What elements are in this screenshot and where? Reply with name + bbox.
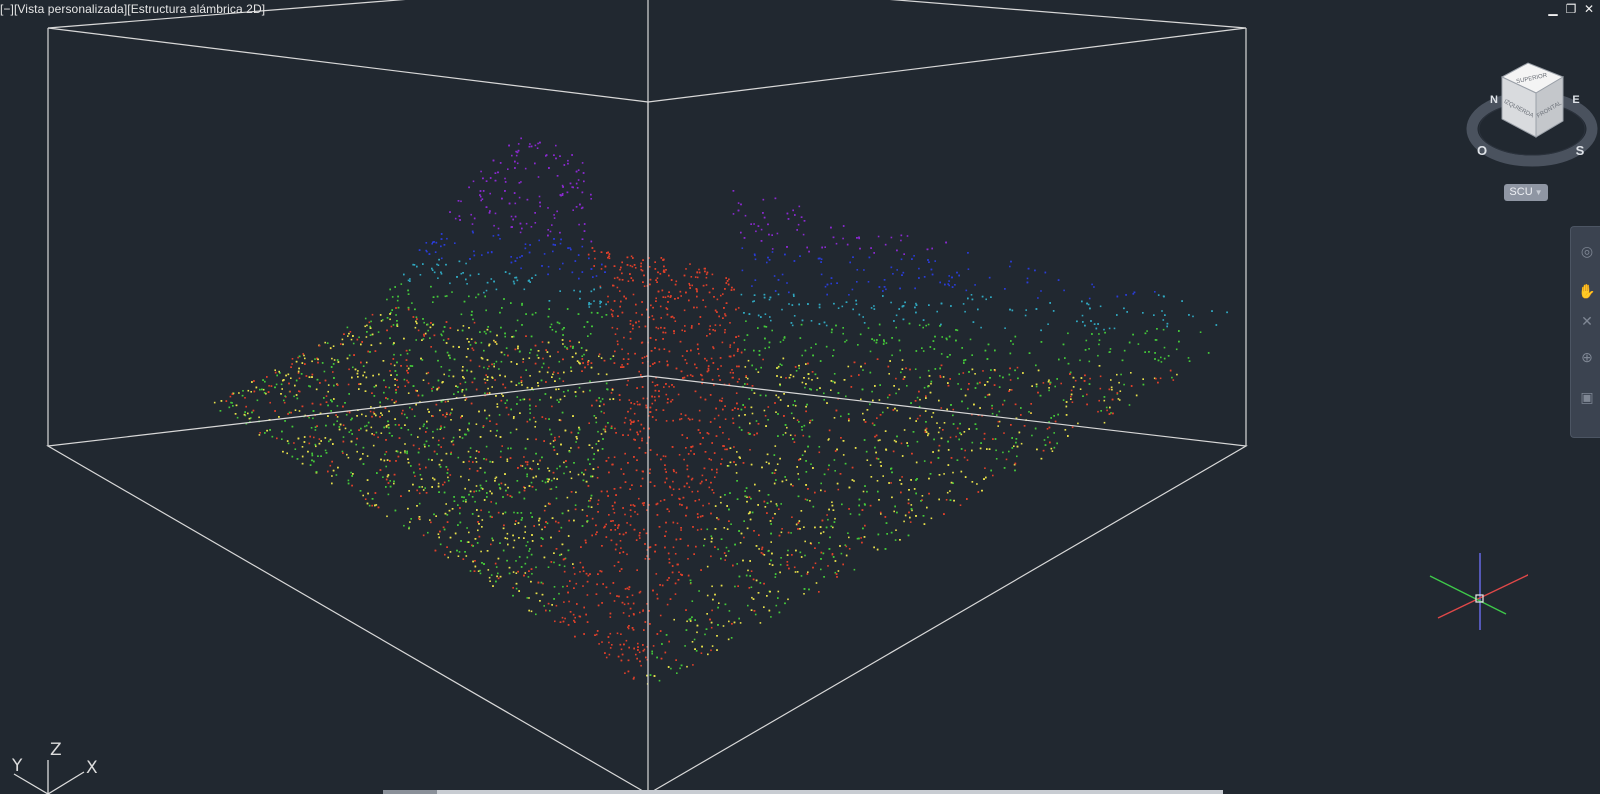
compass-e[interactable]: E	[1572, 94, 1579, 106]
close-icon[interactable]: ✕	[1581, 2, 1597, 16]
horizontal-scrollbar[interactable]	[383, 790, 1223, 794]
point-cloud-scene	[46, 0, 1248, 794]
ucs-z-label: Z	[50, 740, 62, 760]
restore-icon[interactable]: ❐	[1563, 2, 1579, 16]
model-viewport[interactable]: [−][Vista personalizada][Estructura alám…	[0, 0, 1600, 794]
navigation-bar[interactable]: ◎ ✋ ✕ ⊕ ▣	[1570, 226, 1600, 438]
chevron-down-icon: ▼	[1534, 188, 1543, 197]
showmotion-icon[interactable]: ▣	[1577, 387, 1597, 407]
ucs-menu-button[interactable]: SCU ▼	[1504, 184, 1548, 201]
bbox-bottom-face	[46, 375, 1248, 794]
ucs-menu-label: SCU	[1509, 186, 1533, 198]
compass-n[interactable]: N	[1490, 94, 1498, 106]
compass-s[interactable]: S	[1576, 143, 1585, 158]
compass-o[interactable]: O	[1477, 143, 1487, 158]
minimize-icon[interactable]: ▁	[1545, 2, 1561, 16]
axis-y-line	[1429, 575, 1507, 615]
steering-wheel-icon[interactable]: ◎	[1577, 241, 1597, 261]
ucs-x-line	[47, 771, 85, 794]
pan-hand-icon[interactable]: ✋	[1577, 281, 1597, 301]
ucs-x-label: X	[86, 758, 98, 778]
world-axes-indicator	[1429, 553, 1528, 630]
ucs-y-label: Y	[12, 756, 23, 776]
viewport-controls-label[interactable]: [−][Vista personalizada][Estructura alám…	[0, 2, 265, 16]
point-cloud	[213, 137, 1228, 685]
ucs-y-line	[13, 773, 49, 794]
orbit-icon[interactable]: ⊕	[1577, 347, 1597, 367]
zoom-extents-icon[interactable]: ✕	[1577, 311, 1597, 331]
scrollbar-thumb[interactable]	[383, 790, 437, 794]
